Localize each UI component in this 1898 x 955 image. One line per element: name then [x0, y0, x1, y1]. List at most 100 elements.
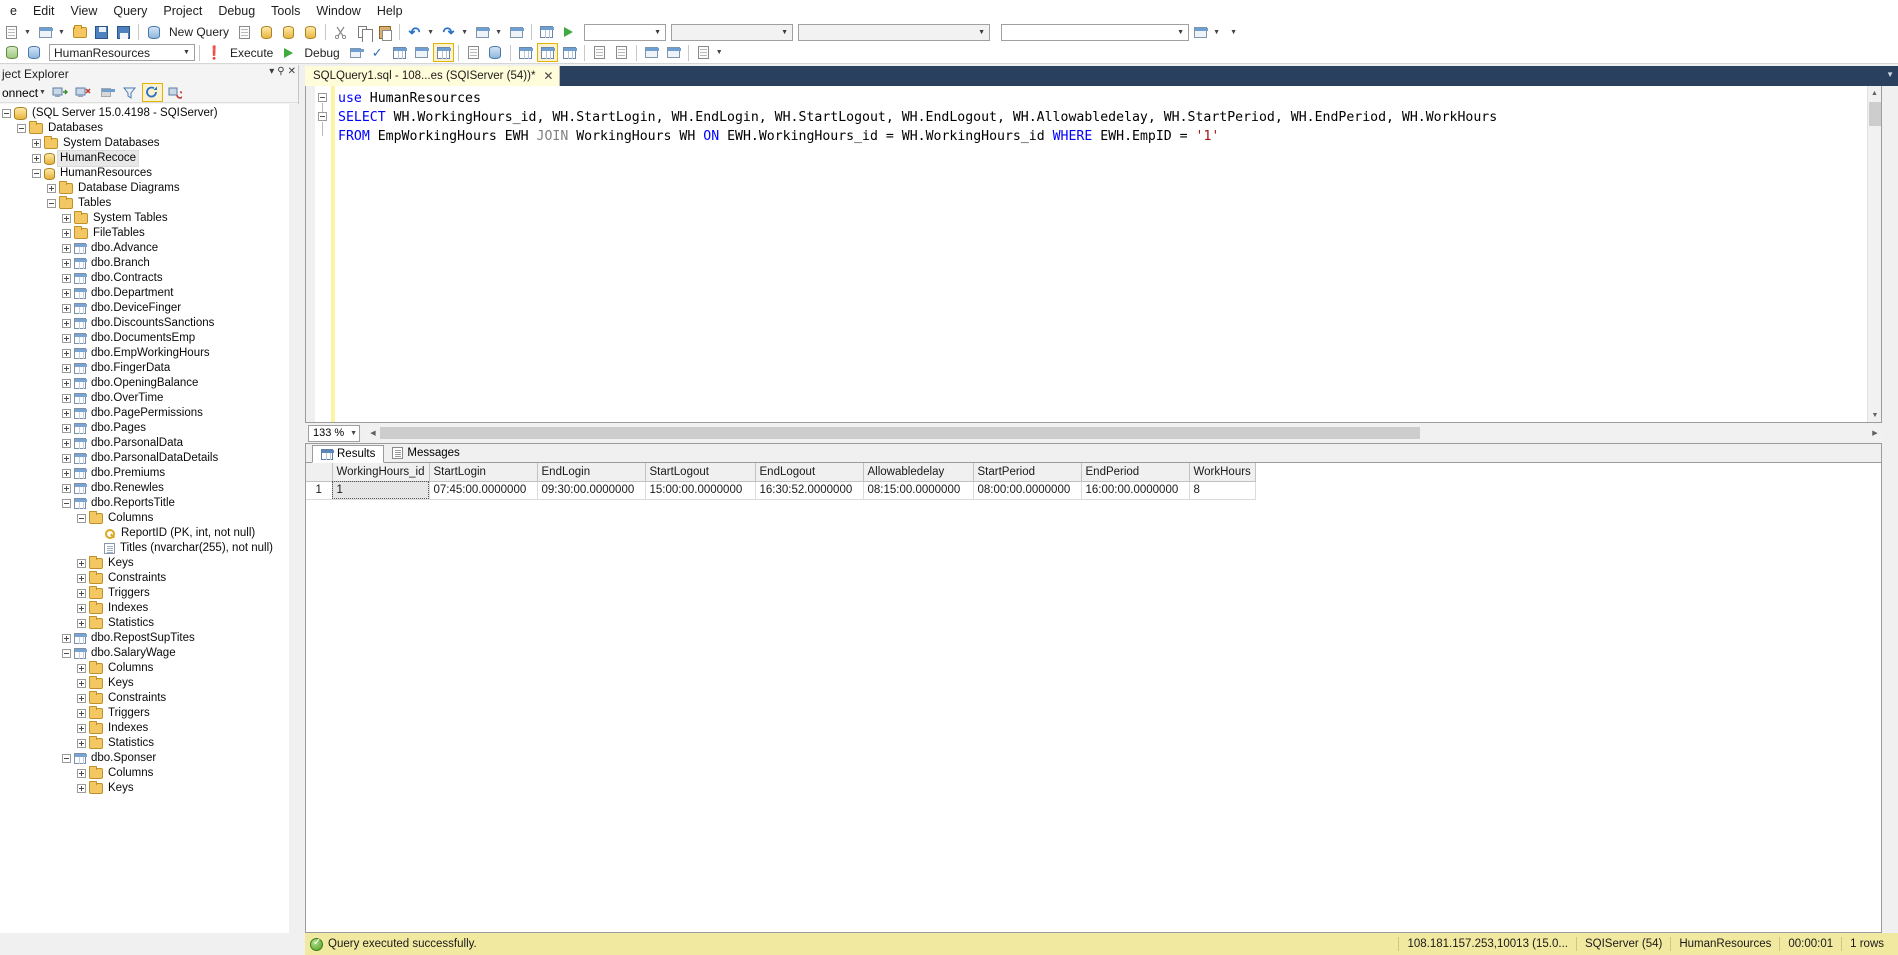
navigate-dropdown-icon[interactable]: ▼ — [494, 23, 505, 42]
new-project-icon[interactable] — [35, 23, 56, 42]
tree-node[interactable]: dbo.PagePermissions — [0, 406, 289, 421]
new-query-label[interactable]: New Query — [165, 25, 233, 39]
tree-node[interactable]: dbo.Pages — [0, 421, 289, 436]
results-grid[interactable]: WorkingHours_id StartLogin EndLogin StartLo… — [306, 463, 1881, 932]
tree-node[interactable]: Keys — [0, 556, 289, 571]
tree-node[interactable]: Constraints — [0, 691, 289, 706]
collapse-icon[interactable] — [62, 499, 71, 508]
tree-node[interactable]: dbo.Advance — [0, 241, 289, 256]
chevron-down-icon[interactable]: ▼ — [1173, 25, 1188, 40]
disconnect-icon[interactable] — [23, 43, 44, 62]
tree-node[interactable]: Statistics — [0, 616, 289, 631]
display-estimated-plan-icon[interactable] — [389, 43, 410, 62]
expand-icon[interactable] — [62, 289, 71, 298]
expand-icon[interactable] — [62, 304, 71, 313]
expand-icon[interactable] — [62, 349, 71, 358]
save-all-icon[interactable] — [113, 23, 134, 42]
query-options-icon[interactable] — [411, 43, 432, 62]
menu-item-help[interactable]: Help — [369, 1, 411, 21]
tree-node[interactable]: Keys — [0, 781, 289, 796]
pin-icon[interactable]: ⚲ — [277, 66, 284, 77]
scroll-down-icon[interactable]: ▼ — [1868, 408, 1882, 422]
navigate-backward-icon[interactable] — [472, 23, 493, 42]
tree-node[interactable]: dbo.SalaryWage — [0, 646, 289, 661]
connect-button[interactable]: onnect ▼ — [0, 86, 48, 100]
tree-node[interactable]: dbo.OverTime — [0, 391, 289, 406]
cut-icon[interactable] — [330, 23, 351, 42]
menu-item-window[interactable]: Window — [308, 1, 368, 21]
tree-node[interactable]: Triggers — [0, 706, 289, 721]
menu-item-view[interactable]: View — [63, 1, 106, 21]
row-number[interactable]: 1 — [306, 481, 333, 500]
database-combo[interactable]: HumanResources ▼ — [49, 44, 195, 61]
tab-results[interactable]: Results — [312, 445, 385, 463]
indent-icon[interactable] — [641, 43, 662, 62]
target-combo[interactable]: ▼ — [798, 23, 991, 41]
save-icon[interactable] — [91, 23, 112, 42]
redo-icon[interactable]: ↷ — [438, 23, 459, 42]
tree-node[interactable]: ReportID (PK, int, not null) — [0, 526, 289, 541]
tree-node[interactable]: dbo.RepostSupTites — [0, 631, 289, 646]
expand-icon[interactable] — [77, 679, 86, 688]
tree-node[interactable]: dbo.DiscountsSanctions — [0, 316, 289, 331]
new-mdx-query-icon[interactable] — [256, 23, 277, 42]
chevron-down-icon[interactable]: ▼ — [350, 430, 357, 437]
tree-node[interactable]: dbo.ParsonalData — [0, 436, 289, 451]
table-cell[interactable]: 16:00:00.0000000 — [1081, 481, 1190, 500]
sync-icon[interactable] — [165, 83, 186, 102]
find-dropdown-icon[interactable]: ▼ — [1212, 23, 1223, 42]
execute-button[interactable]: Execute — [226, 46, 277, 60]
toolbar2-overflow-icon[interactable]: ▼ — [715, 43, 726, 62]
tree-node[interactable]: dbo.Sponser — [0, 751, 289, 766]
table-cell[interactable]: 15:00:00.0000000 — [645, 481, 756, 500]
new-item-icon[interactable] — [1, 23, 22, 42]
expand-icon[interactable] — [62, 379, 71, 388]
undo-dropdown-icon[interactable]: ▼ — [426, 23, 437, 42]
expand-icon[interactable] — [62, 409, 71, 418]
tree-node[interactable]: Statistics — [0, 736, 289, 751]
execute-icon[interactable]: ❗ — [204, 43, 225, 62]
menu-item-debug[interactable]: Debug — [210, 1, 263, 21]
menu-item-file[interactable]: e — [2, 1, 25, 21]
tree-node[interactable]: dbo.Department — [0, 286, 289, 301]
column-header[interactable]: WorkingHours_id — [332, 463, 430, 482]
results-to-text-icon[interactable] — [463, 43, 484, 62]
chevron-down-icon[interactable]: ▼ — [650, 25, 665, 40]
object-explorer-tree[interactable]: (SQL Server 15.0.4198 - SQIServer) Databa… — [0, 104, 289, 933]
tree-node[interactable]: dbo.DocumentsEmp — [0, 331, 289, 346]
expand-icon[interactable] — [77, 619, 86, 628]
tree-node[interactable]: dbo.Renewles — [0, 481, 289, 496]
expand-icon[interactable] — [62, 469, 71, 478]
collapse-icon[interactable] — [62, 754, 71, 763]
configuration-combo[interactable]: ▼ — [584, 23, 667, 41]
sql-editor[interactable]: use HumanResources SELECT WH.WorkingHours… — [305, 86, 1882, 423]
tab-messages[interactable]: Messages — [384, 444, 468, 462]
scroll-right-icon[interactable]: ▶ — [1868, 425, 1882, 441]
undo-icon[interactable]: ↶ — [404, 23, 425, 42]
tab-sqlquery1[interactable]: SQLQuery1.sql - 108...es (SQIServer (54)… — [305, 66, 561, 86]
collapse-icon[interactable] — [62, 649, 71, 658]
column-header[interactable]: EndLogin — [537, 463, 646, 482]
redo-dropdown-icon[interactable]: ▼ — [460, 23, 471, 42]
tree-node[interactable]: dbo.DeviceFinger — [0, 301, 289, 316]
tree-node[interactable]: Triggers — [0, 586, 289, 601]
zoom-select[interactable]: 133 % ▼ — [308, 424, 360, 442]
fold-toggle-line1[interactable] — [318, 93, 327, 102]
expand-icon[interactable] — [62, 394, 71, 403]
tree-node[interactable]: dbo.EmpWorkingHours — [0, 346, 289, 361]
stop-icon[interactable] — [96, 83, 117, 102]
expand-icon[interactable] — [62, 319, 71, 328]
chevron-down-icon[interactable]: ▼ — [39, 89, 46, 96]
chevron-down-icon[interactable]: ▼ — [777, 25, 792, 40]
tree-node[interactable]: System Tables — [0, 211, 289, 226]
filter-icon[interactable] — [119, 83, 140, 102]
table-cell[interactable]: 8 — [1189, 481, 1256, 500]
start-debug-icon[interactable] — [558, 23, 579, 42]
expand-icon[interactable] — [32, 139, 41, 148]
tree-node[interactable]: (SQL Server 15.0.4198 - SQIServer) — [0, 106, 289, 121]
tree-node[interactable]: Indexes — [0, 601, 289, 616]
disconnect-server-icon[interactable] — [73, 83, 94, 102]
new-query-icon[interactable] — [143, 23, 164, 42]
row-header-corner[interactable] — [306, 463, 333, 482]
expand-icon[interactable] — [62, 334, 71, 343]
